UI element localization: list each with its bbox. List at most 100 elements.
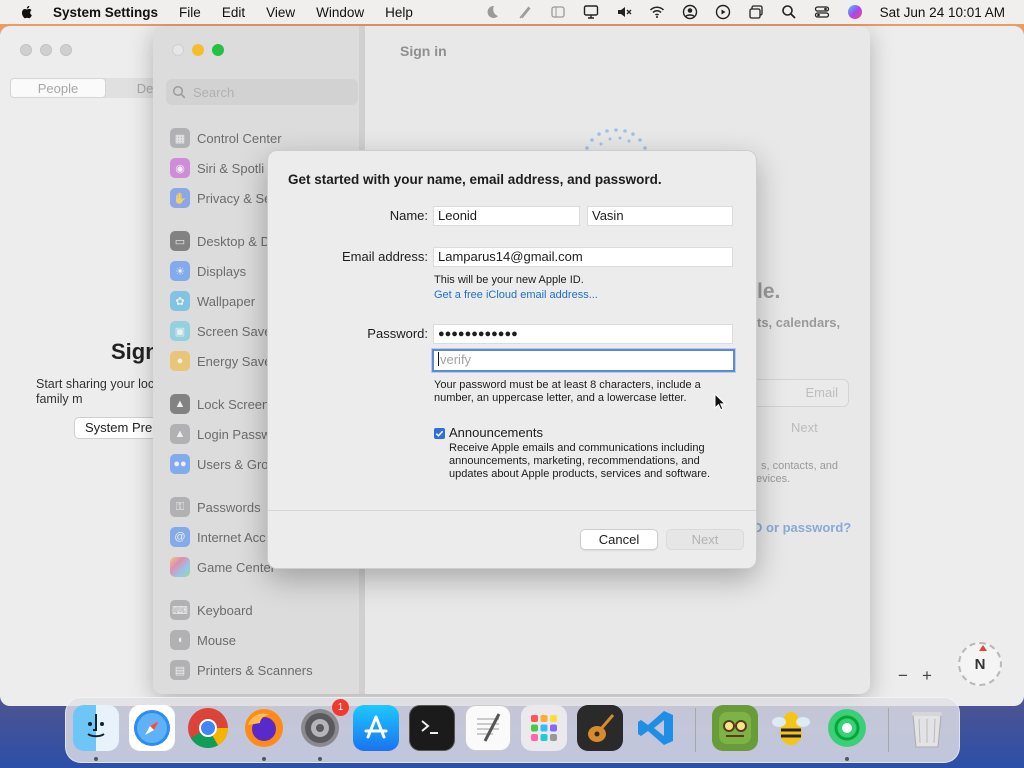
sidebar-item-users-groups[interactable]: ●● Users & Gro: [170, 453, 269, 475]
sidebar-item-internet-accounts[interactable]: @ Internet Acc: [170, 526, 266, 548]
sidebar-item-label: Privacy & Se: [197, 190, 272, 206]
menu-window[interactable]: Window: [316, 5, 364, 20]
sidebar-item-game-center[interactable]: Game Center: [170, 556, 275, 578]
android-app-icon[interactable]: [824, 705, 870, 751]
sidebar-item-displays[interactable]: ☀ Displays: [170, 260, 246, 282]
sidebar-item-keyboard[interactable]: ⌨ Keyboard: [170, 599, 253, 621]
sidebar-item-label: Login Passw: [197, 426, 271, 442]
dialog-divider: [268, 510, 756, 511]
pane-text-fragment: ts, calendars,: [757, 315, 841, 330]
vscode-icon[interactable]: [633, 705, 679, 751]
name-label: Name:: [389, 208, 428, 223]
padlock-icon: ▲: [170, 424, 190, 444]
zoom-button[interactable]: [212, 44, 224, 56]
sidebar-item-label: Energy Save: [197, 353, 272, 369]
cancel-button[interactable]: Cancel: [580, 529, 658, 550]
spotlight-search-icon[interactable]: [781, 4, 797, 20]
terminal-icon[interactable]: [409, 705, 455, 751]
stacked-windows-icon[interactable]: [748, 4, 764, 20]
sidebar-item-screen-saver[interactable]: ▣ Screen Save: [170, 320, 271, 342]
menubar-clock[interactable]: Sat Jun 24 10:01 AM: [880, 5, 1005, 20]
display-icon[interactable]: [583, 4, 599, 20]
compass-icon[interactable]: N: [958, 642, 1002, 686]
menu-help[interactable]: Help: [385, 5, 413, 20]
zoom-in-button[interactable]: +: [922, 666, 932, 686]
apple-menu-icon[interactable]: [19, 4, 35, 20]
close-button[interactable]: [20, 44, 32, 56]
firefox-running-dot: [262, 757, 266, 761]
window-icon[interactable]: [550, 4, 566, 20]
sidebar-search-input[interactable]: Search: [166, 79, 358, 105]
announcements-label[interactable]: Announcements: [449, 425, 543, 440]
bee-app-icon[interactable]: [768, 705, 814, 751]
next-button-background[interactable]: Next: [791, 420, 818, 435]
sidebar-item-mouse[interactable]: ◖ Mouse: [170, 629, 236, 651]
screen-saver-icon: ▣: [170, 321, 190, 341]
announcements-desc-3: updates about Apple products, services a…: [449, 468, 711, 480]
printer-icon: ▤: [170, 660, 190, 680]
menu-edit[interactable]: Edit: [222, 5, 245, 20]
sidebar-item-control-center[interactable]: ▦ Control Center: [170, 127, 282, 149]
pane-heading-fragment: le.: [757, 280, 781, 303]
user-circle-icon[interactable]: [682, 4, 698, 20]
menu-app-name[interactable]: System Settings: [53, 5, 158, 20]
pane-title: Sign in: [400, 43, 447, 59]
sidebar-item-energy-saver[interactable]: ● Energy Save: [170, 350, 271, 372]
game-app-icon[interactable]: [712, 705, 758, 751]
sidebar-item-lock-screen[interactable]: ▲ Lock Screen: [170, 393, 269, 415]
sidebar-item-privacy[interactable]: ✋ Privacy & Se: [170, 187, 271, 209]
play-circle-icon[interactable]: [715, 4, 731, 20]
email-field-background[interactable]: Email: [751, 379, 849, 407]
brush-icon[interactable]: [517, 4, 533, 20]
sidebar-item-siri[interactable]: ◉ Siri & Spotli: [170, 157, 264, 179]
minimize-button[interactable]: [192, 44, 204, 56]
password-rules-line-1: Your password must be at least 8 charact…: [434, 379, 701, 391]
verify-password-field[interactable]: verify: [431, 348, 736, 373]
trash-icon[interactable]: [904, 705, 950, 751]
moon-icon[interactable]: [484, 4, 500, 20]
chrome-icon[interactable]: [185, 705, 231, 751]
launchpad-icon[interactable]: [521, 705, 567, 751]
password-field[interactable]: ●●●●●●●●●●●●: [433, 324, 733, 344]
menu-file[interactable]: File: [179, 5, 201, 20]
safari-icon[interactable]: [129, 705, 175, 751]
background-window-controls: [20, 44, 72, 56]
wifi-icon[interactable]: [649, 4, 665, 20]
sidebar-item-printers[interactable]: ▤ Printers & Scanners: [170, 659, 313, 681]
forgot-password-link[interactable]: D or password?: [753, 520, 851, 535]
close-button[interactable]: [172, 44, 184, 56]
zoom-button[interactable]: [60, 44, 72, 56]
minimize-button[interactable]: [40, 44, 52, 56]
garageband-icon[interactable]: [577, 705, 623, 751]
textedit-icon[interactable]: [465, 705, 511, 751]
system-settings-icon[interactable]: 1: [297, 699, 349, 751]
finder-running-dot: [94, 757, 98, 761]
sidebar-item-login-password[interactable]: ▲ Login Passw: [170, 423, 271, 445]
announcements-desc-2: announcements, marketing, recommendation…: [449, 455, 700, 467]
next-button[interactable]: Next: [666, 529, 744, 550]
tab-people[interactable]: People: [10, 78, 106, 98]
sidebar-item-wallpaper[interactable]: ✿ Wallpaper: [170, 290, 255, 312]
control-center-icon[interactable]: [814, 4, 830, 20]
key-icon: ⚿: [170, 497, 190, 517]
icloud-email-link[interactable]: Get a free iCloud email address...: [434, 289, 598, 301]
menu-view[interactable]: View: [266, 5, 295, 20]
last-name-field[interactable]: Vasin: [587, 206, 733, 226]
sidebar-item-desktop[interactable]: ▭ Desktop & D: [170, 230, 270, 252]
sidebar-item-passwords[interactable]: ⚿ Passwords: [170, 496, 261, 518]
app-store-icon[interactable]: [353, 705, 399, 751]
announcements-checkbox[interactable]: [434, 428, 445, 439]
search-placeholder: Search: [193, 84, 235, 100]
sidebar-item-label: Siri & Spotli: [197, 160, 265, 176]
mute-icon[interactable]: [616, 4, 632, 20]
zoom-out-button[interactable]: −: [898, 666, 908, 686]
siri-icon[interactable]: [847, 4, 863, 20]
sidebar-item-label: Displays: [197, 263, 247, 279]
finder-icon[interactable]: [73, 705, 119, 751]
flower-icon: ✿: [170, 291, 190, 311]
email-field[interactable]: Lamparus14@gmail.com: [433, 247, 733, 267]
android-app-running-dot: [845, 757, 849, 761]
first-name-field[interactable]: Leonid: [433, 206, 580, 226]
firefox-icon[interactable]: [241, 705, 287, 751]
sidebar-item-label: Internet Acc: [197, 529, 266, 545]
